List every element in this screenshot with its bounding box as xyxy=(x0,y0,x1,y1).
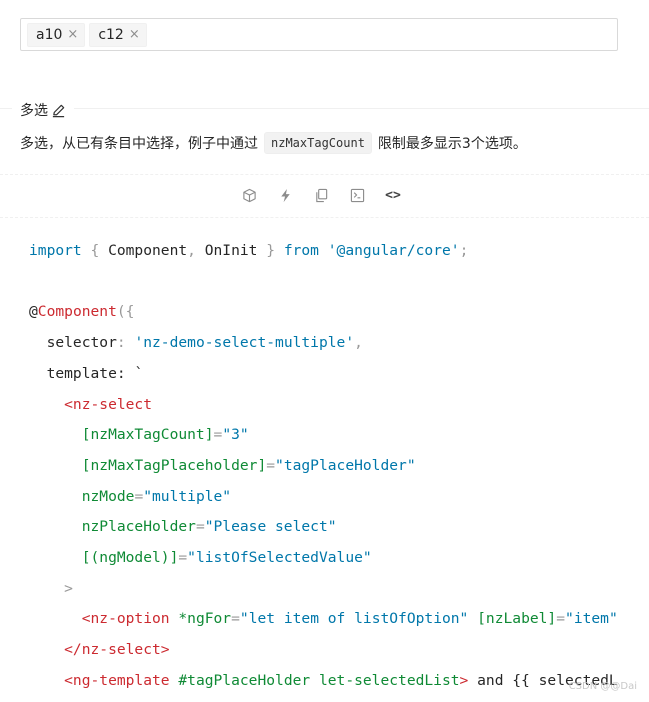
code-expand-icon[interactable]: <> xyxy=(384,186,402,204)
code-line: selector: 'nz-demo-select-multiple', xyxy=(29,334,363,352)
edit-icon[interactable] xyxy=(51,103,66,118)
actions-divider xyxy=(0,217,649,218)
selected-tag: c12 × xyxy=(89,22,147,47)
code-line: import { Component, OnInit } from '@angu… xyxy=(29,242,469,259)
code-line: <ng-template #tagPlaceHolder let-selecte… xyxy=(29,671,618,689)
tag-remove-icon[interactable]: × xyxy=(129,27,140,42)
selected-tag: a10 × xyxy=(27,22,86,47)
code-line: [nzMaxTagPlaceholder]="tagPlaceHolder" xyxy=(29,456,416,474)
description-text: 多选，从已有条目中选择，例子中通过 xyxy=(20,136,258,152)
flash-icon[interactable] xyxy=(276,186,294,204)
section-divider xyxy=(0,108,649,109)
code-block: import { Component, OnInit } from '@angu… xyxy=(29,236,618,697)
multi-select[interactable]: a10 × c12 × xyxy=(20,18,618,51)
code-line: [nzMaxTagCount]="3" xyxy=(29,426,249,444)
code-line: nzPlaceHolder="Please select" xyxy=(29,518,337,536)
terminal-icon[interactable] xyxy=(348,186,366,204)
copy-icon[interactable] xyxy=(312,186,330,204)
watermark: CSDN @@Dai xyxy=(568,681,637,692)
description-text-tail: 限制最多显示3个选项。 xyxy=(377,136,527,152)
code-line: nzMode="multiple" xyxy=(29,487,232,505)
tag-label: c12 xyxy=(98,26,124,43)
tag-label: a10 xyxy=(36,26,63,43)
code-line: </nz-select> xyxy=(29,641,170,659)
code-line: > xyxy=(29,579,73,597)
section-description: 多选，从已有条目中选择，例子中通过 nzMaxTagCount 限制最多显示3个… xyxy=(20,132,527,154)
code-line: <nz-select xyxy=(29,395,153,413)
code-line: <nz-option *ngFor="let item of listOfOpt… xyxy=(29,610,618,628)
code-line: @Component({ xyxy=(29,303,135,321)
code-line: template: ` xyxy=(29,364,144,382)
code-line: [(ngModel)]="listOfSelectedValue" xyxy=(29,549,372,567)
code-actions: <> xyxy=(240,186,402,204)
tag-remove-icon[interactable]: × xyxy=(67,27,78,42)
stackblitz-icon[interactable] xyxy=(240,186,258,204)
inline-code: nzMaxTagCount xyxy=(264,132,372,154)
actions-divider xyxy=(0,174,649,175)
section-title: 多选 xyxy=(12,100,74,120)
section-title-text: 多选 xyxy=(20,103,48,119)
